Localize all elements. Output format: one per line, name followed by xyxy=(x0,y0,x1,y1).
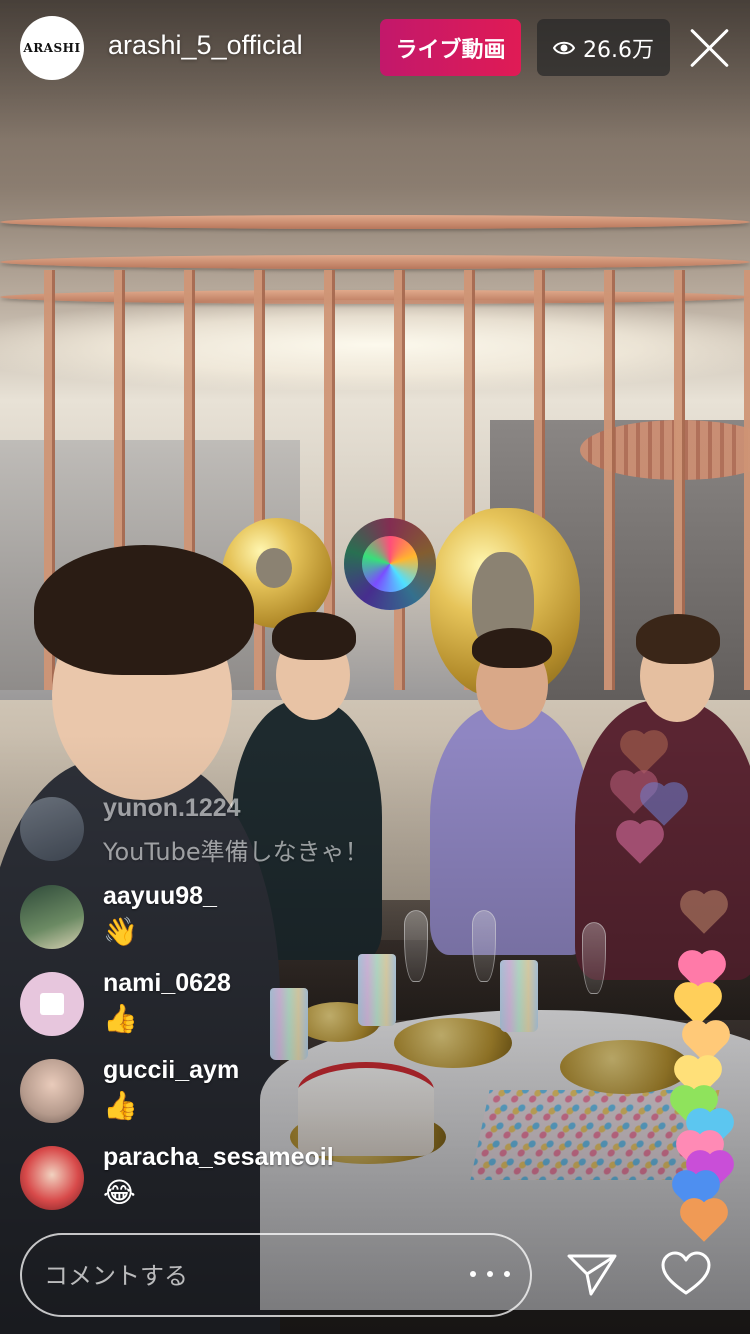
more-dot xyxy=(470,1271,476,1277)
balloon-hole xyxy=(256,548,292,588)
cat-icon xyxy=(40,993,64,1015)
comment-item: aayuu98_ 👋 xyxy=(20,878,500,958)
comment-username[interactable]: nami_0628 xyxy=(103,969,231,998)
comment-bar xyxy=(20,1233,532,1317)
avatar[interactable] xyxy=(20,797,84,861)
comment-emoji: 😂 xyxy=(103,1176,136,1209)
comment-text: YouTube準備しなきゃ！ xyxy=(103,838,369,866)
avatar[interactable] xyxy=(20,885,84,949)
heart-icon xyxy=(684,894,724,934)
close-icon[interactable] xyxy=(688,26,732,70)
comment-username[interactable]: yunon.1224 xyxy=(103,794,241,823)
viewer-count-badge[interactable]: 26.6万 xyxy=(537,19,670,76)
comment-username[interactable]: aayuu98_ xyxy=(103,882,217,911)
send-icon[interactable] xyxy=(566,1250,618,1298)
more-dot xyxy=(487,1271,493,1277)
avatar[interactable] xyxy=(20,1059,84,1123)
heart-icon xyxy=(684,1202,724,1242)
avatar[interactable] xyxy=(20,972,84,1036)
viewer-count: 26.6万 xyxy=(583,37,654,63)
comment-emoji: 👋 xyxy=(103,915,138,948)
person-hair xyxy=(636,614,720,664)
comment-emoji: 👍 xyxy=(103,1089,138,1122)
comment-item: yunon.1224 YouTube準備しなきゃ！ xyxy=(20,790,500,870)
channel-username[interactable]: arashi_5_official xyxy=(108,30,303,61)
live-header: ARASHI arashi_5_official ライブ動画 26.6万 xyxy=(0,0,750,96)
person-hair xyxy=(472,628,552,668)
channel-avatar[interactable]: ARASHI xyxy=(20,16,84,80)
avatar[interactable] xyxy=(20,1146,84,1210)
heart-icon[interactable] xyxy=(660,1250,712,1298)
channel-logo-text: ARASHI xyxy=(23,41,81,55)
eye-icon xyxy=(553,41,575,54)
birthday-balloon xyxy=(344,518,436,610)
ceiling-ring xyxy=(0,255,750,269)
comment-username[interactable]: paracha_sesameoil xyxy=(103,1143,334,1172)
more-dot xyxy=(504,1271,510,1277)
comment-item: nami_0628 👍 xyxy=(20,965,500,1045)
floating-hearts xyxy=(614,720,750,1260)
live-badge: ライブ動画 xyxy=(380,19,521,76)
comment-item: guccii_aym 👍 xyxy=(20,1052,500,1132)
person-hair xyxy=(272,612,356,660)
comment-emoji: 👍 xyxy=(103,1002,138,1035)
comment-item: paracha_sesameoil 😂 xyxy=(20,1139,500,1219)
comment-username[interactable]: guccii_aym xyxy=(103,1056,239,1085)
ceiling-ring xyxy=(0,215,750,229)
person-hair xyxy=(34,545,254,675)
comment-input[interactable] xyxy=(42,1257,446,1295)
live-badge-label: ライブ動画 xyxy=(395,37,506,63)
more-icon[interactable] xyxy=(470,1262,510,1286)
